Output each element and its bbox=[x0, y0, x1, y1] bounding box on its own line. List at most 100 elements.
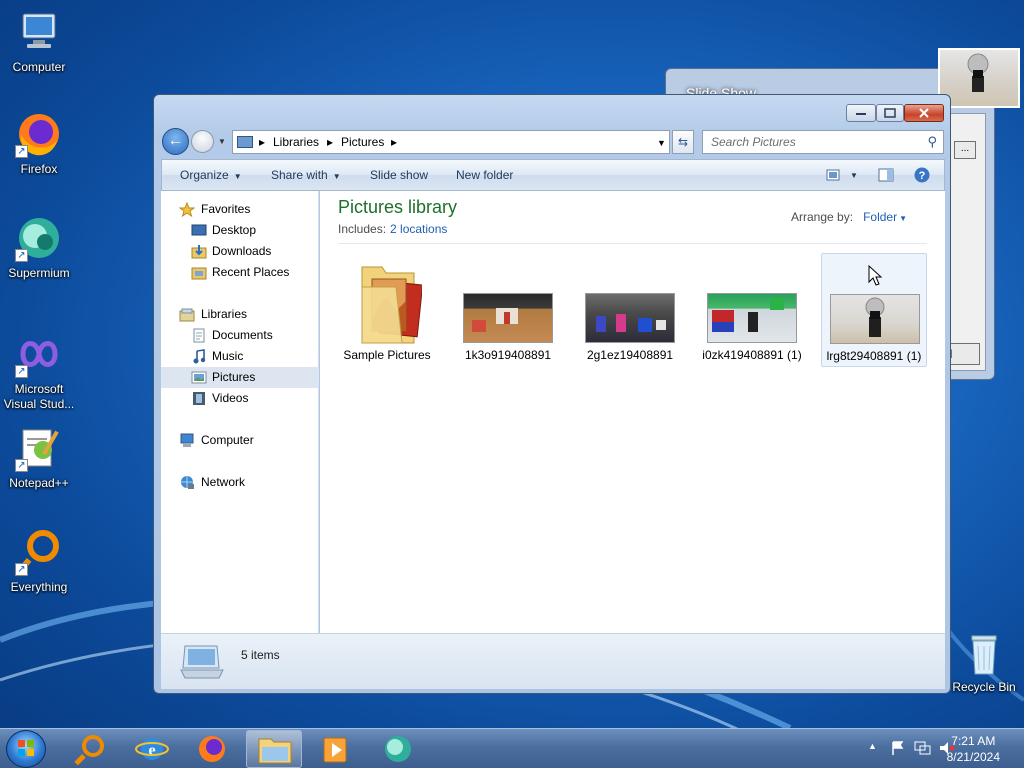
desktop-icon-notepad-plus-plus[interactable]: ↗ Notepad++ bbox=[0, 424, 78, 491]
browse-button[interactable]: ... bbox=[954, 141, 976, 159]
search-placeholder: Search Pictures bbox=[711, 135, 796, 149]
nav-item-desktop[interactable]: Desktop bbox=[161, 220, 319, 241]
address-bar[interactable]: ▸ Libraries ▸ Pictures ▸ ▼ bbox=[232, 130, 670, 154]
folder-icon bbox=[361, 266, 422, 344]
address-history-dropdown-icon[interactable]: ▼ bbox=[657, 138, 666, 148]
file-view: Pictures library Includes: 2 locations Ar… bbox=[320, 191, 945, 633]
folder-icon bbox=[258, 738, 292, 764]
desktop-icon-visual-studio[interactable]: ↗ Microsoft Visual Stud... bbox=[0, 330, 78, 412]
action-center-flag-icon[interactable] bbox=[890, 740, 906, 756]
svg-text:e: e bbox=[148, 742, 155, 759]
taskbar-internet-explorer[interactable]: e bbox=[124, 730, 180, 768]
media-player-icon bbox=[323, 737, 347, 763]
nav-item-videos[interactable]: Videos bbox=[161, 388, 319, 409]
back-button[interactable]: ← bbox=[162, 128, 189, 155]
videos-icon bbox=[193, 392, 205, 405]
recycle-bin-icon bbox=[964, 632, 1004, 676]
nav-item-label: Documents bbox=[212, 328, 273, 342]
view-icon bbox=[826, 169, 840, 181]
refresh-button[interactable]: ⇆ bbox=[672, 130, 694, 154]
desktop-icon-label: Notepad++ bbox=[9, 476, 69, 490]
nav-item-libraries[interactable]: Libraries bbox=[161, 304, 319, 325]
supermium-icon: ↗ bbox=[15, 214, 63, 262]
nav-item-computer[interactable]: Computer bbox=[161, 430, 319, 451]
recent-pages-dropdown[interactable]: ▼ bbox=[218, 137, 226, 146]
desktop-icon-firefox[interactable]: ↗ Firefox bbox=[0, 110, 78, 177]
image-thumbnail bbox=[585, 293, 675, 343]
explorer-window[interactable]: ← ▼ ▸ Libraries ▸ Pictures ▸ ▼ ⇆ Search … bbox=[153, 94, 951, 694]
file-item-2g1ez19408891[interactable]: 2g1ez19408891 bbox=[577, 253, 683, 367]
file-item-1k3o919408891[interactable]: 1k3o919408891 bbox=[455, 253, 561, 367]
nav-item-favorites[interactable]: Favorites bbox=[161, 199, 319, 220]
nav-item-label: Pictures bbox=[212, 370, 256, 384]
file-item-label: 1k3o919408891 bbox=[464, 348, 552, 362]
header-divider bbox=[338, 243, 927, 244]
nav-item-pictures[interactable]: Pictures bbox=[161, 367, 319, 388]
nav-item-network[interactable]: Network bbox=[161, 472, 319, 493]
desktop-icon-recycle-bin[interactable]: Recycle Bin bbox=[944, 632, 1024, 695]
breadcrumb-separator-icon[interactable]: ▸ bbox=[391, 135, 397, 149]
network-status-icon[interactable] bbox=[914, 740, 932, 756]
desktop-icon-label: Firefox bbox=[20, 162, 58, 176]
new-folder-button[interactable]: New folder bbox=[456, 168, 513, 182]
view-options-dropdown[interactable]: ▼ bbox=[850, 171, 858, 180]
item-count: 5 items bbox=[241, 648, 280, 662]
page-title: Pictures library bbox=[338, 197, 458, 217]
breadcrumb-libraries[interactable]: Libraries bbox=[273, 135, 319, 149]
mouse-cursor-icon bbox=[868, 265, 883, 286]
nav-item-label: Computer bbox=[201, 433, 254, 447]
recent-places-icon bbox=[191, 267, 207, 280]
desktop-icon-label: Supermium bbox=[8, 266, 70, 280]
library-locations-link[interactable]: 2 locations bbox=[390, 222, 447, 236]
organize-button[interactable]: Organize ▼ bbox=[180, 168, 242, 182]
change-view-button[interactable] bbox=[826, 167, 842, 183]
nav-item-documents[interactable]: Documents bbox=[161, 325, 319, 346]
show-hidden-icons-icon[interactable]: ▲ bbox=[868, 741, 877, 751]
nav-item-label: Favorites bbox=[201, 202, 251, 216]
nav-item-music[interactable]: Music bbox=[161, 346, 319, 367]
help-icon: ? bbox=[914, 167, 930, 183]
breadcrumb-separator-icon[interactable]: ▸ bbox=[259, 135, 265, 149]
taskbar-firefox[interactable] bbox=[184, 730, 240, 768]
minimize-icon bbox=[856, 113, 866, 115]
close-button[interactable] bbox=[904, 104, 944, 122]
maximize-button[interactable] bbox=[876, 104, 904, 122]
shortcut-arrow-icon: ↗ bbox=[15, 563, 28, 576]
desktop-icon-label: Recycle Bin bbox=[952, 680, 1016, 694]
supermium-icon bbox=[385, 736, 411, 762]
breadcrumb-separator-icon[interactable]: ▸ bbox=[327, 135, 333, 149]
forward-button[interactable] bbox=[191, 130, 214, 153]
desktop-icon-label: Computer bbox=[12, 60, 66, 74]
taskbar-windows-explorer[interactable] bbox=[246, 730, 302, 768]
file-item-i0zk419408891-1[interactable]: i0zk419408891 (1) bbox=[699, 253, 805, 367]
file-item-sample-pictures[interactable]: Sample Pictures bbox=[334, 253, 440, 367]
help-button[interactable]: ? bbox=[914, 167, 930, 183]
desktop-icon-everything[interactable]: ↗ Everything bbox=[0, 528, 78, 595]
arrange-by-control[interactable]: Arrange by: Folder ▼ bbox=[791, 210, 907, 224]
taskbar-supermium[interactable] bbox=[370, 730, 426, 768]
taskbar-search-app[interactable] bbox=[62, 730, 118, 768]
minimize-button[interactable] bbox=[846, 104, 876, 122]
share-with-button[interactable]: Share with ▼ bbox=[271, 168, 341, 182]
shortcut-arrow-icon: ↗ bbox=[15, 249, 28, 262]
file-item-label: Sample Pictures bbox=[343, 348, 431, 362]
breadcrumb-pictures[interactable]: Pictures bbox=[341, 135, 384, 149]
desktop-icon-supermium[interactable]: ↗ Supermium bbox=[0, 214, 78, 281]
nav-item-recent-places[interactable]: Recent Places bbox=[161, 262, 319, 283]
documents-icon bbox=[193, 328, 205, 343]
image-thumbnail bbox=[463, 293, 553, 343]
search-input[interactable]: Search Pictures ⚲ bbox=[702, 130, 944, 154]
nav-item-downloads[interactable]: Downloads bbox=[161, 241, 319, 262]
preview-pane-button[interactable] bbox=[878, 167, 894, 183]
everything-icon: ↗ bbox=[15, 528, 63, 576]
taskbar-media-player[interactable] bbox=[308, 730, 364, 768]
magnifier-icon bbox=[74, 735, 104, 766]
desktop-icon-computer[interactable]: Computer bbox=[0, 8, 78, 75]
slide-show-button[interactable]: Slide show bbox=[370, 168, 428, 182]
svg-text:?: ? bbox=[919, 170, 926, 182]
shortcut-arrow-icon: ↗ bbox=[15, 459, 28, 472]
start-button[interactable] bbox=[6, 730, 46, 768]
maximize-icon bbox=[884, 108, 896, 118]
system-clock[interactable]: 7:21 AM 8/21/2024 bbox=[947, 733, 1000, 765]
windows-logo-icon bbox=[18, 740, 34, 756]
